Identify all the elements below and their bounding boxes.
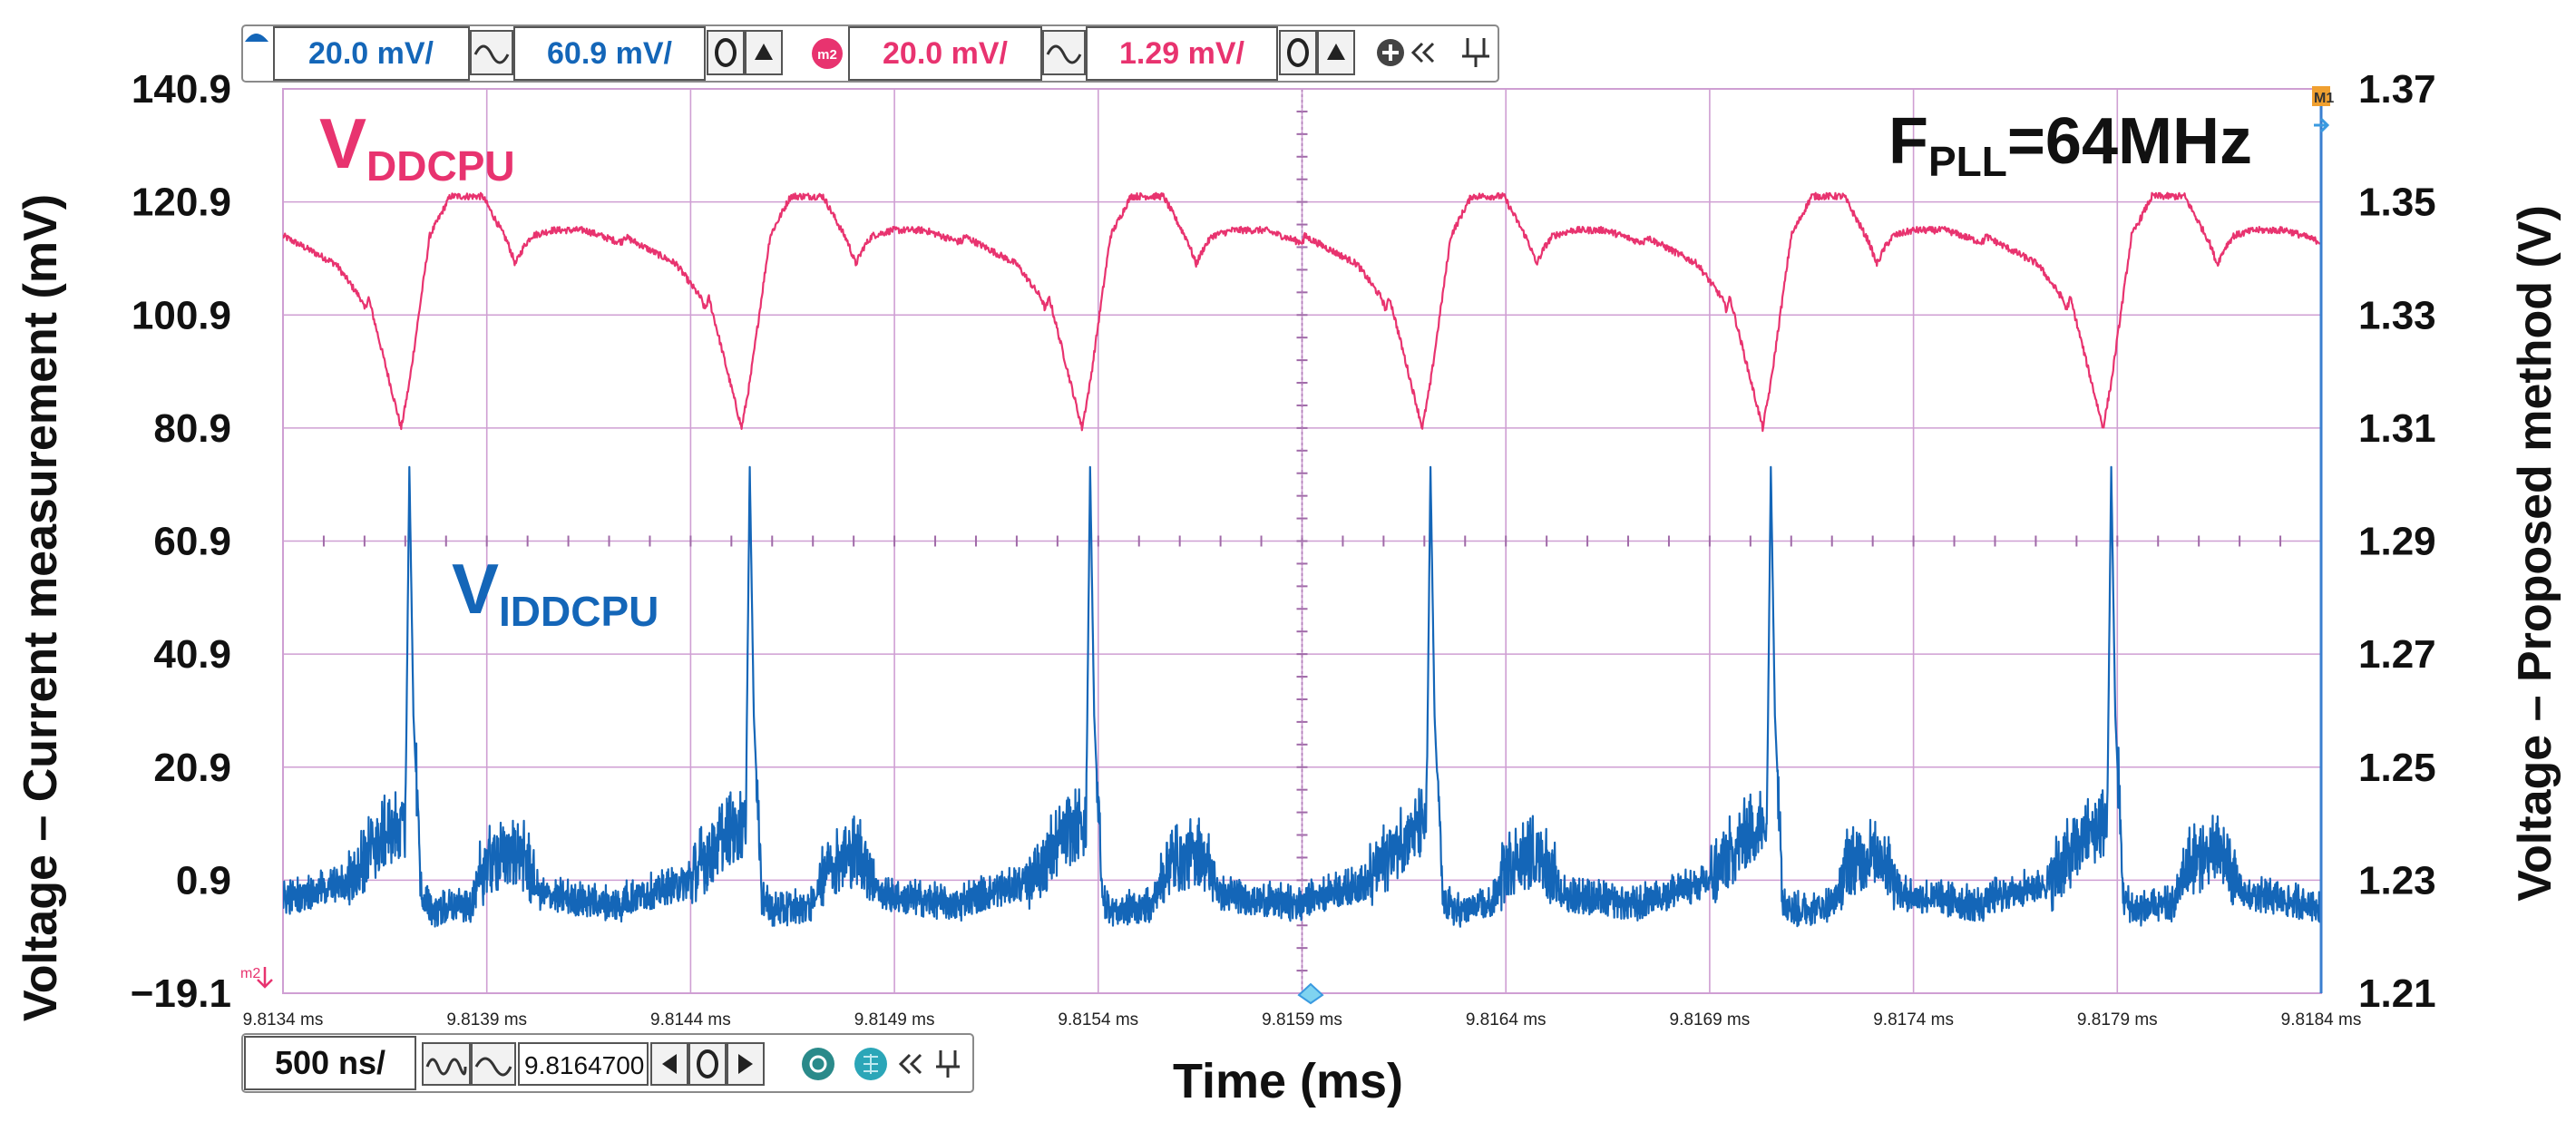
grid-toggle-lines xyxy=(864,1054,878,1074)
x-tick-label: 9.8184 ms xyxy=(2281,1010,2362,1030)
x-tick-label: 9.8179 ms xyxy=(2077,1010,2158,1030)
math-channel-label: m2 xyxy=(817,47,837,63)
y-right-tick-label: 1.21 xyxy=(2358,971,2436,1016)
plot-grid xyxy=(282,88,2322,994)
y-right-tick-label: 1.27 xyxy=(2358,632,2436,677)
y-right-tick-label: 1.35 xyxy=(2358,181,2436,225)
bottom-toolbar: 500 ns/ 9.8164700 xyxy=(241,1033,974,1093)
y-right-tick-label: 1.33 xyxy=(2358,293,2436,337)
math-ref-marker[interactable]: m2 xyxy=(240,966,260,981)
ch1-offset-text: 60.9 mV/ xyxy=(547,36,673,71)
x-tick-label: 9.8139 ms xyxy=(446,1010,527,1030)
y-left-tick-label: 80.9 xyxy=(153,406,231,451)
label-viddcpu: VIDDCPU xyxy=(452,549,659,635)
y-left-tick-label: 100.9 xyxy=(132,293,231,337)
y-left-tick-label: 120.9 xyxy=(132,181,231,225)
y-right-tick-label: 1.37 xyxy=(2358,67,2436,112)
y-left-tick-label: 40.9 xyxy=(153,632,231,677)
top-toolbar: 20.0 mV/ 60.9 mV/ m2 20.0 mV/ 1.29 mV/ xyxy=(241,24,1499,83)
oscilloscope-figure: 9.8134 ms 9.8139 ms 9.8144 ms 9.8149 ms 9.81… xyxy=(15,24,2561,1108)
trigger-marker-label: M1 xyxy=(2314,91,2334,106)
y-left-tick-label: −19.1 xyxy=(131,971,231,1016)
ch1-zero-button[interactable] xyxy=(707,30,745,75)
y-left-tick-label: 0.9 xyxy=(176,858,231,903)
y-right-tick-label: 1.31 xyxy=(2358,406,2436,451)
x-tick-label: 9.8164 ms xyxy=(1466,1010,1547,1030)
label-vddcpu: VDDCPU xyxy=(319,103,515,190)
ch2-scale-text: 20.0 mV/ xyxy=(883,36,1009,71)
zoom-icon[interactable] xyxy=(802,1048,834,1080)
position-zero-button[interactable] xyxy=(688,1042,727,1086)
position-text: 9.8164700 xyxy=(524,1051,644,1079)
x-tick-label: 9.8174 ms xyxy=(1873,1010,1954,1030)
y-right-axis-label: Voltage – Proposed method (V) xyxy=(2509,205,2561,902)
x-tick-label: 9.8169 ms xyxy=(1670,1010,1751,1030)
x-tick-labels: 9.8134 ms 9.8139 ms 9.8144 ms 9.8149 ms 9.81… xyxy=(243,1010,2362,1030)
y-right-tick-label: 1.29 xyxy=(2358,520,2436,564)
ch1-scale-text: 20.0 mV/ xyxy=(308,36,434,71)
y-right-tick-label: 1.25 xyxy=(2358,746,2436,790)
ch2-zero-button[interactable] xyxy=(1279,30,1317,75)
ch2-offset-text: 1.29 mV/ xyxy=(1119,36,1245,71)
y-left-tick-label: 60.9 xyxy=(153,520,231,564)
x-tick-label: 9.8134 ms xyxy=(243,1010,324,1030)
y-right-tick-label: 1.23 xyxy=(2358,858,2436,903)
x-tick-label: 9.8144 ms xyxy=(650,1010,731,1030)
x-tick-label: 9.8159 ms xyxy=(1262,1010,1342,1030)
y-right-tick-labels: 1.37 1.35 1.33 1.31 1.29 1.27 1.25 1.23 1.21 xyxy=(2358,67,2436,1016)
y-left-tick-label: 140.9 xyxy=(132,67,231,112)
x-axis-label: Time (ms) xyxy=(1173,1054,1403,1108)
timebase-text: 500 ns/ xyxy=(275,1044,385,1081)
y-left-tick-label: 20.9 xyxy=(153,746,231,790)
x-tick-label: 9.8154 ms xyxy=(1058,1010,1138,1030)
x-tick-label: 9.8149 ms xyxy=(854,1010,935,1030)
y-left-tick-labels: 140.9 120.9 100.9 80.9 60.9 40.9 20.9 0.9 −19.1 xyxy=(131,67,231,1016)
y-left-axis-label: Voltage – Current measurement (mV) xyxy=(15,194,67,1021)
annotation-fpll: FPLL=64MHz xyxy=(1888,105,2252,185)
